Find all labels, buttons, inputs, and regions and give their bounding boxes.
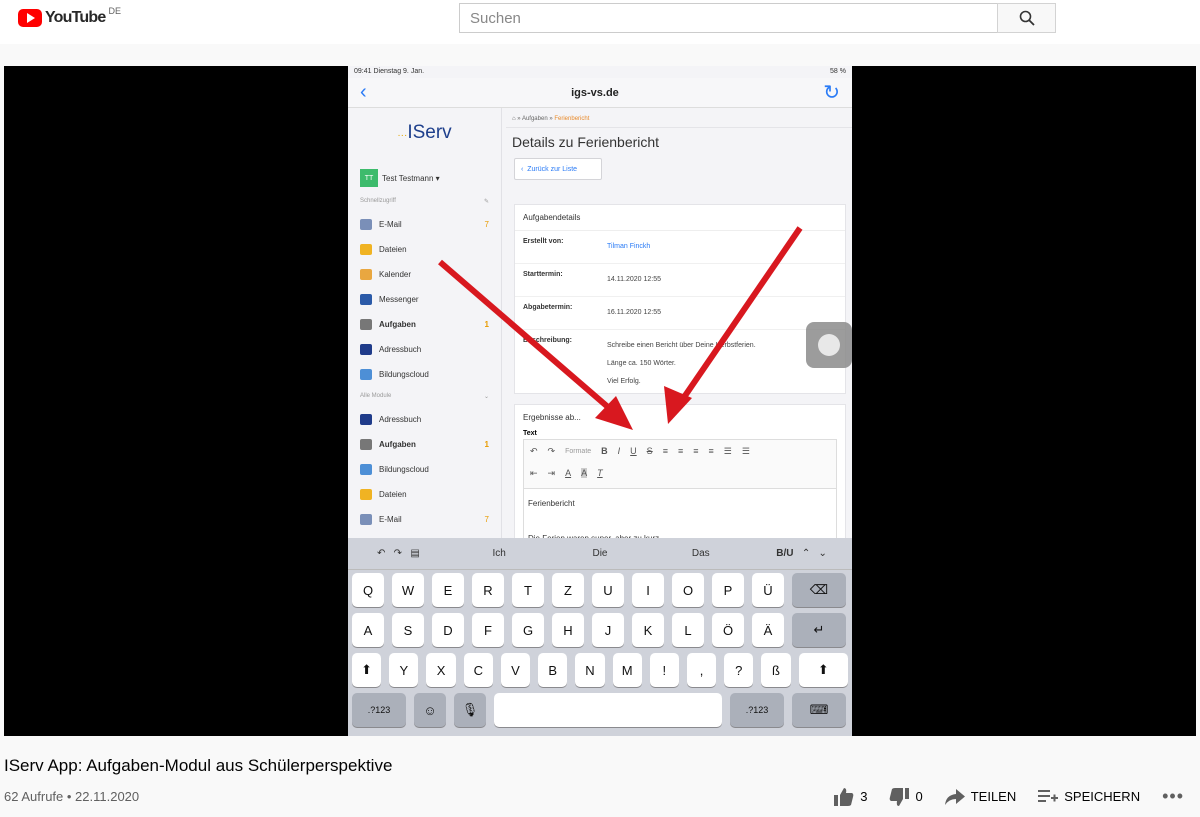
thumbs-up-icon (834, 787, 854, 806)
red-arrows-overlay (438, 226, 803, 430)
key-n: N (575, 653, 605, 687)
key-e: E (432, 573, 464, 607)
key-i: I (632, 573, 664, 607)
ipad-screen: 09:41 Dienstag 9. Jan. 58 % ‹ igs-vs.de … (348, 66, 852, 736)
key-q: Q (352, 573, 384, 607)
key-c: C (463, 653, 493, 687)
save-label: SPEICHERN (1064, 789, 1141, 804)
like-button[interactable]: 3 (834, 787, 868, 806)
red-arrow-bold (438, 259, 618, 417)
youtube-play-icon (18, 9, 42, 27)
key-ä: Ä (752, 613, 784, 647)
key-d: D (432, 613, 464, 647)
share-icon (944, 788, 965, 805)
keyboard-row-3: ⬆ Y X C V B N M!,? ß ⬆ (348, 650, 852, 690)
keyboard-row-2: A S D F G H J K L Ö Ä ↵ (348, 610, 852, 650)
masthead: YouTube DE (0, 0, 1200, 44)
key-h: H (552, 613, 584, 647)
video-meta: 62 Aufrufe • 22.11.2020 (4, 789, 140, 804)
like-count: 3 (860, 789, 868, 804)
key-j: J (592, 613, 624, 647)
key-v: V (500, 653, 531, 687)
ios-keyboard: ↶ ↷ ▤ Ich Die Das B/U ⌃ ⌄ Q W E R T Z U I O P Ü ⌫ A… (348, 538, 852, 736)
key-ü: Ü (752, 573, 784, 607)
keyboard-row-1: Q W E R T Z U I O P Ü ⌫ (348, 570, 852, 610)
save-button[interactable]: SPEICHERN (1038, 789, 1140, 804)
video-title: IServ App: Aufgaben-Modul aus Schülerper… (4, 756, 393, 775)
search-icon (1019, 10, 1035, 26)
key-a: A (352, 613, 384, 647)
search-button[interactable] (997, 3, 1056, 33)
key-k: K (632, 613, 664, 647)
video-player[interactable]: 09:41 Dienstag 9. Jan. 58 % ‹ igs-vs.de … (4, 66, 1196, 736)
key-m: M (612, 653, 642, 687)
key-o: O (672, 573, 704, 607)
search-input[interactable] (459, 3, 997, 33)
share-label: TEILEN (970, 789, 1017, 804)
key-p: P (712, 573, 744, 607)
key-r: R (472, 573, 504, 607)
logo-country-code: DE (108, 6, 121, 16)
numbers-key: .?123 (352, 693, 406, 727)
key-u: U (592, 573, 624, 607)
search-box (459, 3, 1056, 33)
key-l: L (672, 613, 704, 647)
video-actions: 3 0 TEILEN SPEICHERN ••• (834, 786, 1184, 807)
playlist-add-icon (1038, 789, 1059, 802)
numbers-key-right: .?123 (730, 693, 784, 727)
key-,: , (686, 653, 717, 687)
youtube-logo[interactable]: YouTube DE (18, 6, 121, 28)
return-icon: ↵ (792, 613, 846, 647)
suggestion-3: Das (691, 548, 710, 559)
key-z: Z (552, 573, 584, 607)
key-f: F (472, 613, 504, 647)
keyboard-dismiss-icon: ⌨ (792, 693, 846, 727)
suggestion-1: Ich (492, 548, 506, 559)
key-g: G (512, 613, 544, 647)
dislike-count: 0 (915, 789, 923, 804)
share-button[interactable]: TEILEN (944, 788, 1017, 805)
emoji-key: ☺ (414, 693, 446, 727)
shift-right-icon: ⬆ (798, 653, 848, 687)
logo-text: YouTube (45, 9, 106, 26)
backspace-icon: ⌫ (792, 573, 846, 607)
keyboard-row-4: .?123 ☺ 🎙 .?123 ⌨ (348, 690, 852, 730)
key-x: X (426, 653, 456, 687)
microphone-icon: 🎙 (454, 693, 486, 727)
more-actions-icon[interactable]: ••• (1162, 786, 1184, 807)
key-?: ? (724, 653, 754, 687)
key-s: S (392, 613, 424, 647)
key-y: Y (389, 653, 419, 687)
key-ß: ß (761, 653, 791, 687)
key-b: B (538, 653, 568, 687)
key-w: W (392, 573, 424, 607)
key-ö: Ö (712, 613, 744, 647)
suggestion-2: Die (592, 548, 608, 559)
shift-icon: ⬆ (352, 653, 382, 687)
space-key (494, 693, 722, 727)
keyboard-suggestions: ↶ ↷ ▤ Ich Die Das B/U ⌃ ⌄ (348, 538, 852, 570)
key-t: T (512, 573, 544, 607)
dislike-button[interactable]: 0 (889, 787, 923, 806)
red-arrow-underline (675, 226, 803, 408)
thumbs-down-icon (890, 787, 910, 806)
key-!: ! (649, 653, 679, 687)
